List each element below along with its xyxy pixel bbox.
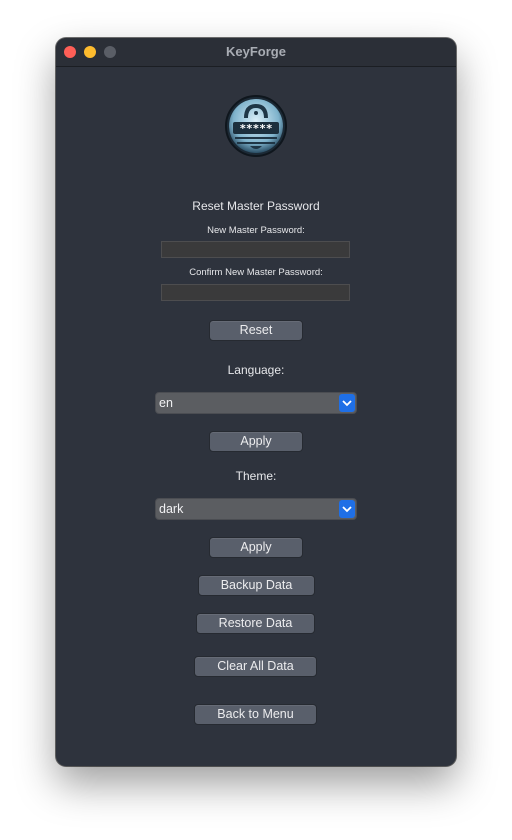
reset-button[interactable]: Reset (209, 320, 303, 341)
title-bar: KeyForge (56, 38, 456, 67)
apply-language-button[interactable]: Apply (209, 431, 303, 452)
confirm-password-field[interactable] (161, 284, 350, 301)
window-title: KeyForge (226, 44, 286, 59)
reset-password-heading: Reset Master Password (192, 199, 320, 213)
settings-panel: ***** Reset Master Password New Master P… (56, 67, 456, 766)
theme-selected-value: dark (159, 502, 184, 516)
backup-data-button[interactable]: Backup Data (198, 575, 315, 596)
clear-all-data-button[interactable]: Clear All Data (194, 656, 317, 677)
chevron-down-icon (339, 500, 355, 518)
new-password-label: New Master Password: (207, 225, 305, 236)
language-select[interactable]: en (155, 392, 357, 414)
apply-theme-button[interactable]: Apply (209, 537, 303, 558)
confirm-password-label: Confirm New Master Password: (189, 267, 323, 278)
new-password-field[interactable] (161, 241, 350, 258)
theme-label: Theme: (235, 469, 277, 483)
restore-data-button[interactable]: Restore Data (196, 613, 315, 634)
chevron-down-icon (339, 394, 355, 412)
language-selected-value: en (159, 396, 173, 410)
theme-select[interactable]: dark (155, 498, 357, 520)
lock-password-logo-icon: ***** (224, 94, 288, 158)
app-window: KeyForge ***** Reset Master Password New… (56, 38, 456, 766)
language-label: Language: (227, 363, 285, 377)
logo-masked-text: ***** (239, 122, 272, 135)
back-to-menu-button[interactable]: Back to Menu (194, 704, 317, 725)
